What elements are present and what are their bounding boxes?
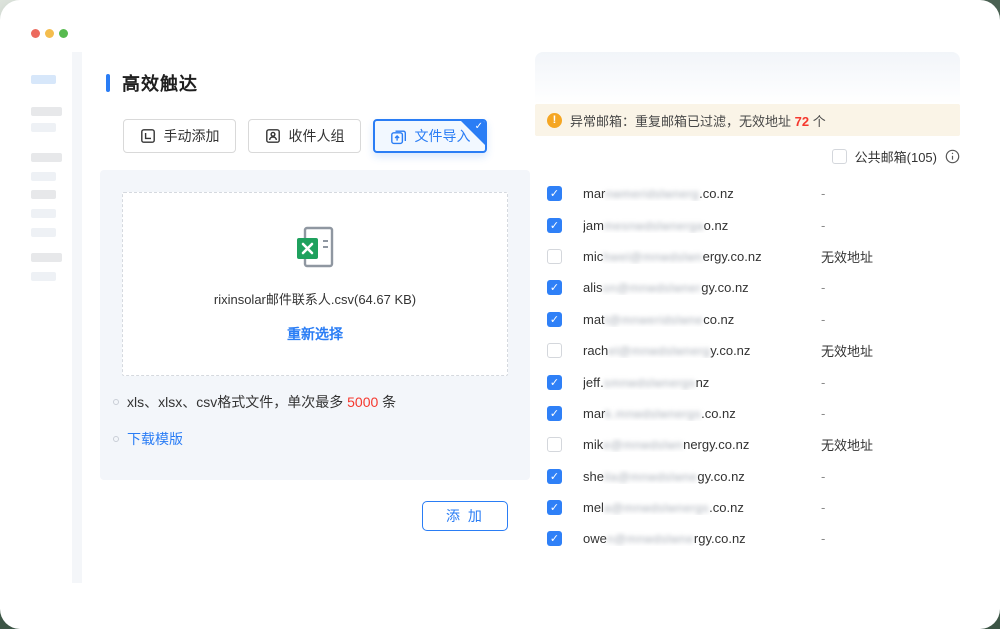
page-title: 高效触达 <box>106 70 198 96</box>
invalid-count: 72 <box>795 114 809 129</box>
excel-file-icon <box>290 224 340 277</box>
email-status: - <box>821 406 825 421</box>
email-status: - <box>821 186 825 201</box>
sidebar-skeleton <box>0 0 72 629</box>
row-checkbox[interactable] <box>547 531 562 546</box>
public-mailbox-checkbox[interactable] <box>832 149 847 164</box>
email-row: marnwmeridslwnerg.co.nz - <box>535 178 960 209</box>
reselect-link[interactable]: 重新选择 <box>287 324 343 344</box>
screenshot-stage: 高效触达 手动添加 收件人组 <box>0 0 1000 629</box>
abnormal-mailbox-banner: ! 异常邮箱：重复邮箱已过滤，无效地址 72 个 <box>535 104 960 136</box>
row-checkbox[interactable] <box>547 469 562 484</box>
download-template-row: 下载模版 <box>113 429 183 449</box>
email-row: jeff.smnwdslwnergsnz - <box>535 366 960 397</box>
email-address: jammesnwdslwnergao.nz <box>583 218 809 233</box>
email-row: rachel@mnwdslwnergy.co.nz 无效地址 <box>535 335 960 366</box>
row-checkbox[interactable] <box>547 186 562 201</box>
row-checkbox[interactable] <box>547 312 562 327</box>
email-row: mark.mnwdslwnergs.co.nz - <box>535 398 960 429</box>
row-checkbox[interactable] <box>547 280 562 295</box>
right-panel-fade <box>535 52 960 104</box>
skeleton-bar <box>31 75 56 84</box>
skeleton-bar <box>31 123 56 132</box>
email-address: rachel@mnwdslwnergy.co.nz <box>583 343 809 358</box>
email-row: jammesnwdslwnergao.nz - <box>535 209 960 240</box>
uploaded-file-name: rixinsolar邮件联系人.csv(64.67 KB) <box>214 289 416 308</box>
email-address: matt@mnweridslwneco.nz <box>583 312 809 327</box>
file-import-icon <box>390 128 407 145</box>
skeleton-bar <box>31 172 56 181</box>
app-window: 高效触达 手动添加 收件人组 <box>0 0 1000 629</box>
email-status: - <box>821 500 825 515</box>
email-status: - <box>821 469 825 484</box>
email-address: mike@mnwdslwnnergy.co.nz <box>583 437 809 452</box>
info-icon[interactable] <box>945 149 960 164</box>
skeleton-bar <box>31 253 62 262</box>
bullet-icon <box>113 436 119 442</box>
bullet-icon <box>113 399 119 405</box>
title-accent-bar <box>106 74 110 92</box>
email-address: owen@mnwdslwnergy.co.nz <box>583 531 809 546</box>
sidebar-divider <box>72 52 82 583</box>
email-row: owen@mnwdslwnergy.co.nz - <box>535 523 960 554</box>
email-status: - <box>821 280 825 295</box>
email-address: alison@mnwdslwnergy.co.nz <box>583 280 809 295</box>
recipient-group-icon <box>265 128 281 144</box>
email-status: - <box>821 312 825 327</box>
email-status: 无效地址 <box>821 247 873 266</box>
skeleton-bar <box>31 209 56 218</box>
manual-add-icon <box>140 128 156 144</box>
email-status: 无效地址 <box>821 435 873 454</box>
warning-icon: ! <box>547 113 562 128</box>
email-address: sheila@mnwdslwnegy.co.nz <box>583 469 809 484</box>
max-count: 5000 <box>347 394 378 410</box>
email-address: michwel@mnwdslwnergy.co.nz <box>583 249 809 264</box>
email-address: jeff.smnwdslwnergsnz <box>583 375 809 390</box>
email-status: - <box>821 531 825 546</box>
skeleton-bar <box>31 228 56 237</box>
file-dropzone[interactable]: rixinsolar邮件联系人.csv(64.67 KB) 重新选择 <box>122 192 508 376</box>
email-status: - <box>821 218 825 233</box>
email-list: marnwmeridslwnerg.co.nz - jammesnwdslwne… <box>535 178 960 555</box>
email-row: michwel@mnwdslwnergy.co.nz 无效地址 <box>535 241 960 272</box>
public-mailbox-row: 公共邮箱(105) <box>535 147 960 165</box>
tab-recipient-group[interactable]: 收件人组 <box>248 119 361 153</box>
row-checkbox[interactable] <box>547 375 562 390</box>
row-checkbox[interactable] <box>547 343 562 358</box>
tab-manual-add[interactable]: 手动添加 <box>123 119 236 153</box>
email-row: mela@mnwdslwnergs.co.nz - <box>535 492 960 523</box>
email-status: 无效地址 <box>821 341 873 360</box>
email-row: alison@mnwdslwnergy.co.nz - <box>535 272 960 303</box>
tab-file-import[interactable]: 文件导入 ✓ <box>373 119 487 153</box>
row-checkbox[interactable] <box>547 249 562 264</box>
upload-panel: rixinsolar邮件联系人.csv(64.67 KB) 重新选择 xls、x… <box>100 170 530 480</box>
email-address: marnwmeridslwnerg.co.nz <box>583 186 809 201</box>
skeleton-bar <box>31 107 62 116</box>
format-hint: xls、xlsx、csv格式文件，单次最多 5000 条 <box>113 392 396 412</box>
email-row: sheila@mnwdslwnegy.co.nz - <box>535 461 960 492</box>
row-checkbox[interactable] <box>547 500 562 515</box>
email-row: mike@mnwdslwnnergy.co.nz 无效地址 <box>535 429 960 460</box>
email-row: matt@mnweridslwneco.nz - <box>535 304 960 335</box>
email-address: mela@mnwdslwnergs.co.nz <box>583 500 809 515</box>
row-checkbox[interactable] <box>547 218 562 233</box>
row-checkbox[interactable] <box>547 406 562 421</box>
email-status: - <box>821 375 825 390</box>
add-button[interactable]: 添 加 <box>422 501 508 531</box>
check-icon: ✓ <box>475 121 483 132</box>
public-mailbox-label: 公共邮箱(105) <box>855 147 937 166</box>
skeleton-bar <box>31 153 62 162</box>
skeleton-bar <box>31 190 56 199</box>
row-checkbox[interactable] <box>547 437 562 452</box>
download-template-link[interactable]: 下载模版 <box>127 429 183 449</box>
email-address: mark.mnwdslwnergs.co.nz <box>583 406 809 421</box>
skeleton-bar <box>31 272 56 281</box>
